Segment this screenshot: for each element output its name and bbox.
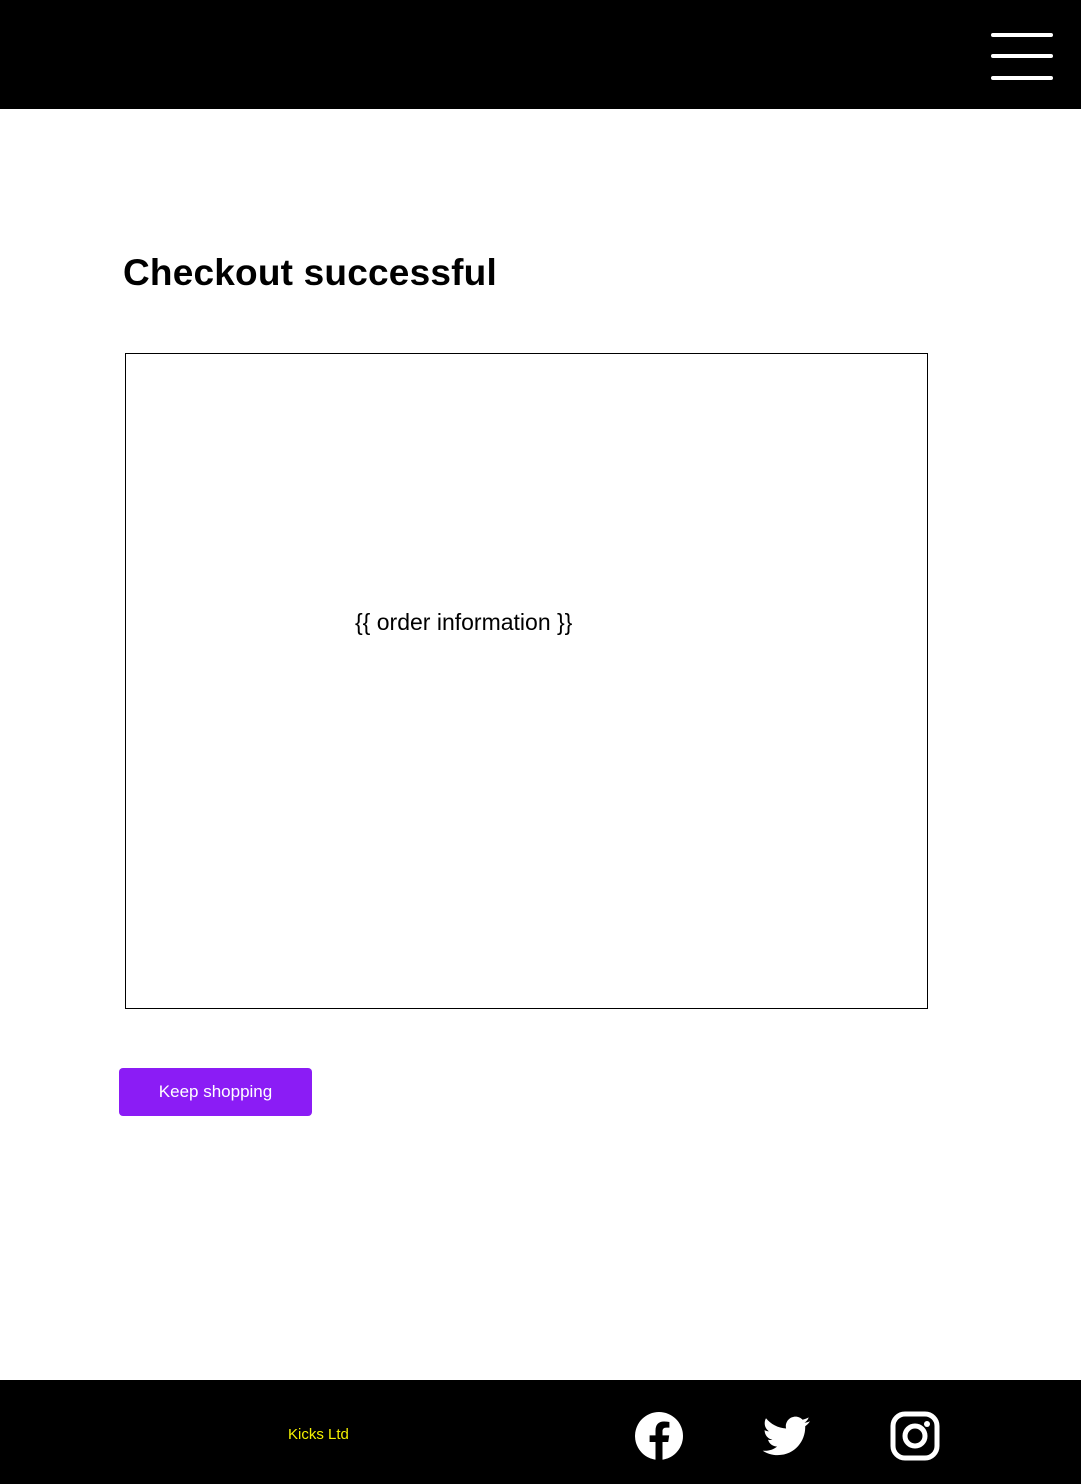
page: Checkout successful {{ order information… [0, 0, 1081, 1484]
instagram-icon[interactable] [890, 1411, 940, 1461]
footer-brand: Kicks Ltd [288, 1426, 349, 1443]
top-navbar [0, 0, 1081, 109]
menu-line [991, 54, 1053, 58]
page-title: Checkout successful [123, 252, 497, 293]
order-information-placeholder: {{ order information }} [355, 609, 573, 635]
hamburger-menu-icon[interactable] [991, 33, 1053, 81]
menu-line [991, 33, 1053, 37]
order-information-panel: {{ order information }} [125, 353, 928, 1009]
facebook-icon[interactable] [634, 1411, 684, 1461]
menu-line [991, 76, 1053, 80]
twitter-icon[interactable] [762, 1411, 812, 1461]
keep-shopping-button[interactable]: Keep shopping [119, 1068, 312, 1116]
footer: Kicks Ltd [0, 1380, 1081, 1484]
